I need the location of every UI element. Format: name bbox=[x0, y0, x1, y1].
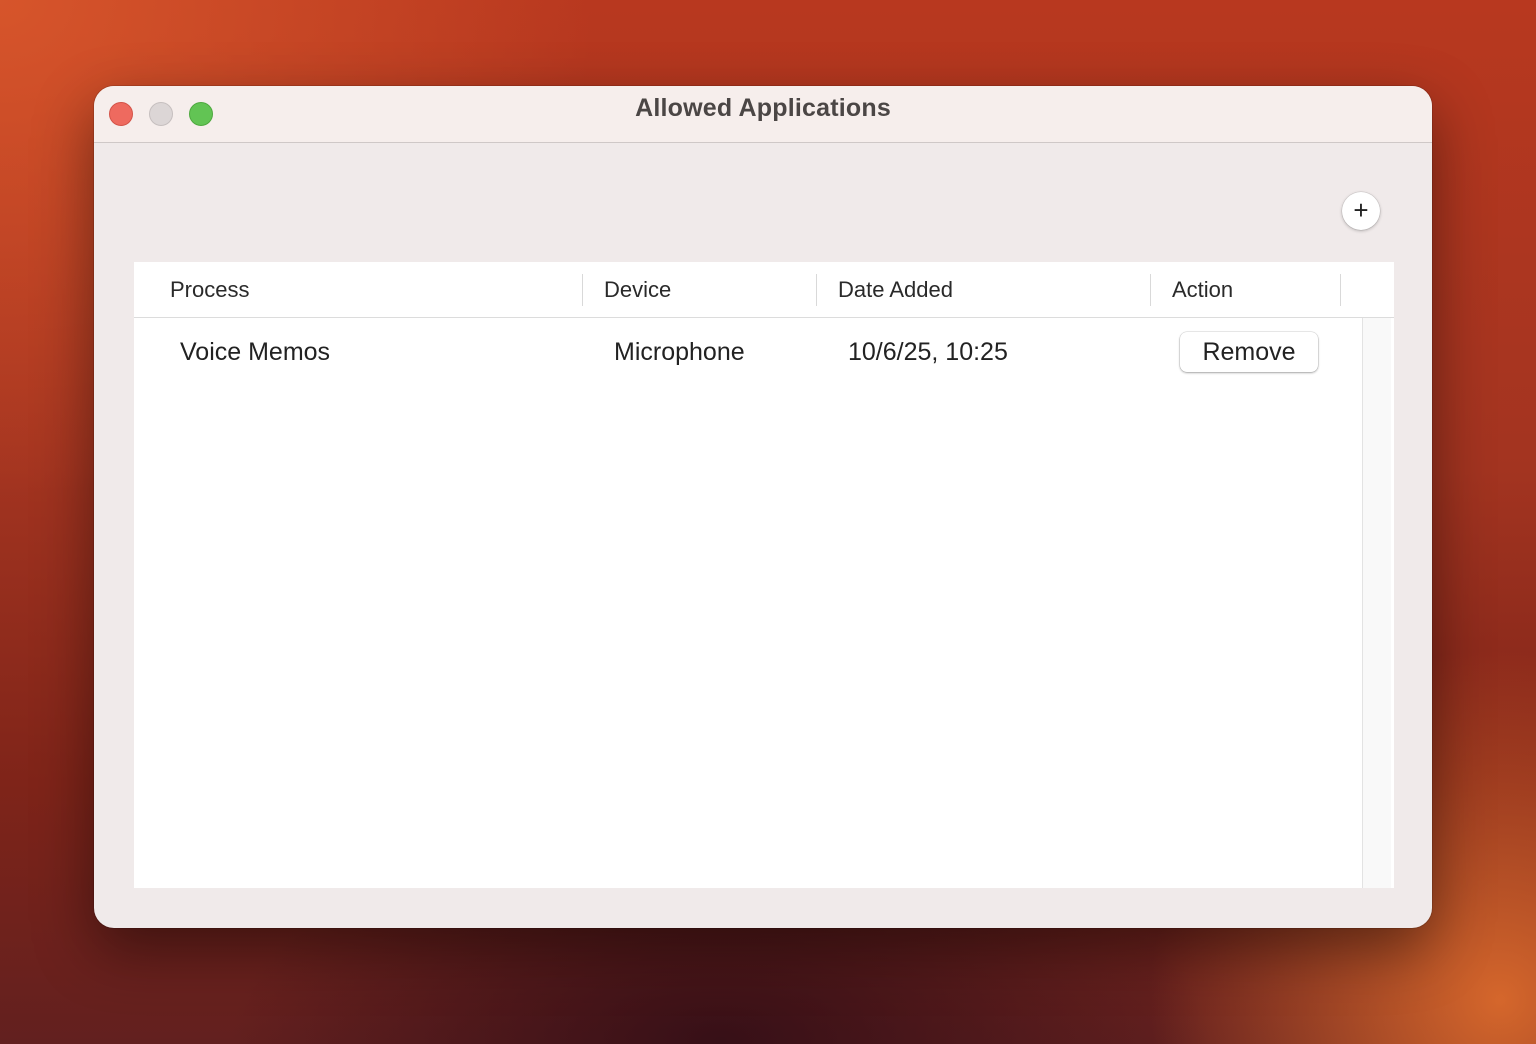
plus-icon: + bbox=[1353, 195, 1369, 225]
column-divider[interactable] bbox=[582, 274, 583, 306]
column-divider[interactable] bbox=[1150, 274, 1151, 306]
vertical-scrollbar[interactable] bbox=[1362, 318, 1391, 888]
column-divider[interactable] bbox=[816, 274, 817, 306]
allowed-applications-window: Allowed Applications + Process Device Da… bbox=[94, 86, 1432, 928]
remove-button[interactable]: Remove bbox=[1180, 332, 1318, 372]
device-cell: Microphone bbox=[614, 338, 745, 366]
table-header: Process Device Date Added Action bbox=[134, 262, 1394, 318]
process-cell: Voice Memos bbox=[180, 338, 331, 366]
table-row[interactable]: Voice Memos Microphone 10/6/25, 10:25 Re… bbox=[134, 318, 1362, 388]
add-application-button[interactable]: + bbox=[1342, 192, 1380, 230]
column-header-device[interactable]: Device bbox=[604, 277, 671, 303]
column-header-action[interactable]: Action bbox=[1172, 277, 1233, 303]
title-bar: Allowed Applications bbox=[94, 86, 1432, 143]
date-added-cell: 10/6/25, 10:25 bbox=[848, 338, 1008, 366]
column-divider[interactable] bbox=[1340, 274, 1341, 306]
window-title: Allowed Applications bbox=[635, 94, 891, 122]
allowed-applications-table: Process Device Date Added Action Voice M… bbox=[134, 262, 1394, 888]
column-header-process[interactable]: Process bbox=[170, 277, 249, 303]
column-header-date-added[interactable]: Date Added bbox=[838, 277, 953, 303]
